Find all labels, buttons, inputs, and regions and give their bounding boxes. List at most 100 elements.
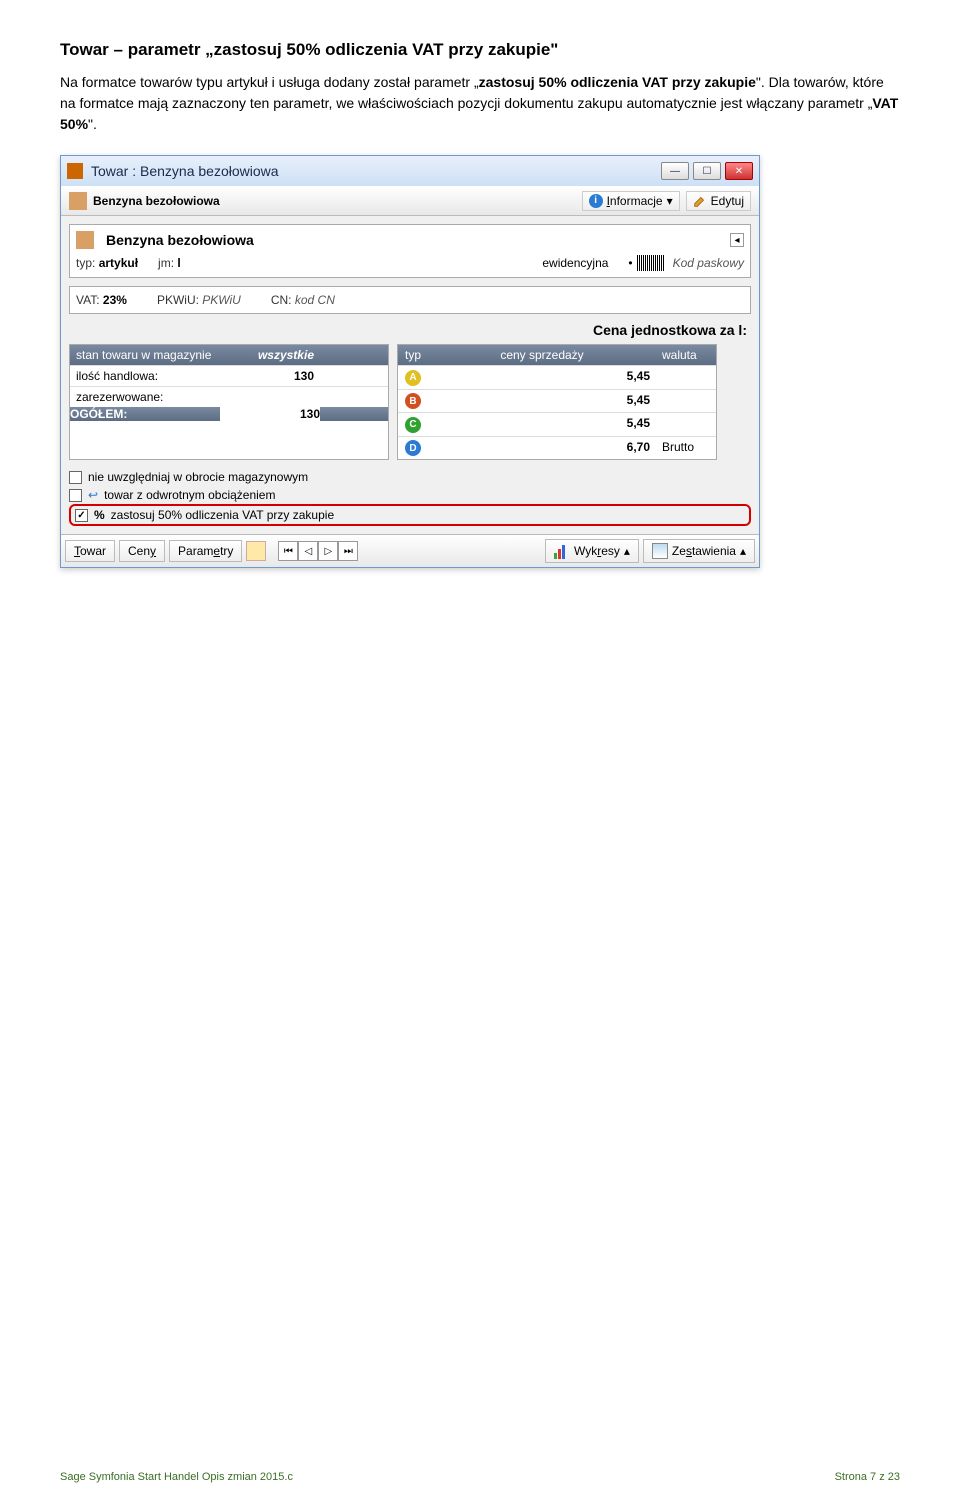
paragraph-text-3: ".	[88, 116, 97, 132]
mag-footer-value: 130	[220, 407, 320, 421]
edytuj-label: Edytuj	[711, 194, 744, 208]
checkbox-label: towar z odwrotnym obciążeniem	[104, 488, 275, 502]
maximize-button[interactable]: ☐	[693, 162, 721, 180]
mag-header-wszystkie[interactable]: wszystkie	[220, 345, 320, 365]
barcode-icon	[637, 255, 665, 271]
window-title: Towar : Benzyna bezołowiowa	[91, 163, 661, 179]
checkbox-group: nie uwzględniaj w obrocie magazynowym ↩ …	[69, 468, 751, 526]
nav-first-button[interactable]: ⏮	[278, 541, 298, 561]
price-currency	[656, 390, 716, 413]
cn-value[interactable]: kod CN	[295, 293, 335, 307]
expand-icon[interactable]: ◂	[730, 233, 744, 247]
dot-icon: •	[628, 256, 632, 270]
close-button[interactable]: ✕	[725, 162, 753, 180]
percent-icon: %	[94, 508, 105, 522]
window-titlebar[interactable]: Towar : Benzyna bezołowiowa — ☐ ✕	[61, 156, 759, 186]
pencil-icon	[693, 194, 707, 208]
bottom-toolbar: Towar Ceny Parametry ⏮ ◁ ▷ ⏭ Wykresy ▴ Z…	[61, 534, 759, 567]
vat-panel: VAT: 23% PKWiU: PKWiU CN: kod CN	[69, 286, 751, 314]
mag-row-value: 130	[220, 366, 320, 386]
price-currency	[656, 413, 716, 436]
badge-a-icon: A	[405, 370, 421, 386]
informacje-button[interactable]: i Informacje ▾	[582, 191, 680, 211]
toolbar-product-name: Benzyna bezołowiowa	[93, 194, 576, 208]
vat-value: 23%	[103, 293, 127, 307]
mag-row-value	[220, 387, 320, 407]
chevron-down-icon: ▾	[667, 194, 673, 208]
informacje-label: Informacje	[607, 194, 663, 208]
badge-b-icon: B	[405, 393, 421, 409]
page-heading: Towar – parametr „zastosuj 50% odliczeni…	[60, 40, 900, 60]
nav-next-button[interactable]: ▷	[318, 541, 338, 561]
badge-d-icon: D	[405, 440, 421, 456]
page-footer: Sage Symfonia Start Handel Opis zmian 20…	[60, 1471, 900, 1483]
typ-label: typ:	[76, 256, 95, 270]
checkbox-label: nie uwzględniaj w obrocie magazynowym	[88, 470, 308, 484]
cn-label: CN:	[271, 293, 292, 307]
edytuj-button[interactable]: Edytuj	[686, 191, 751, 211]
checkbox-row-1[interactable]: nie uwzględniaj w obrocie magazynowym	[69, 468, 751, 486]
price-value: 5,45	[428, 390, 656, 413]
product-name: Benzyna bezołowiowa	[106, 232, 724, 248]
chart-icon	[554, 543, 570, 559]
nav-last-button[interactable]: ⏭	[338, 541, 358, 561]
nav-prev-button[interactable]: ◁	[298, 541, 318, 561]
price-currency	[656, 366, 716, 389]
checkbox-icon-checked[interactable]	[75, 509, 88, 522]
chevron-up-icon: ▴	[624, 544, 630, 558]
price-header-ceny: ceny sprzedaży	[428, 345, 656, 365]
footer-right: Strona 7 z 23	[835, 1471, 900, 1483]
zestawienia-button[interactable]: Zestawienia ▴	[643, 539, 755, 563]
top-toolbar: Benzyna bezołowiowa i Informacje ▾ Edytu…	[61, 186, 759, 216]
checkbox-icon[interactable]	[69, 471, 82, 484]
price-value: 5,45	[428, 366, 656, 389]
app-icon	[67, 163, 83, 179]
product-name-panel: Benzyna bezołowiowa ◂ typ: artykuł jm: l…	[69, 224, 751, 278]
paragraph-bold-1: zastosuj 50% odliczenia VAT przy zakupie	[479, 74, 756, 90]
checkbox-row-vat50[interactable]: % zastosuj 50% odliczenia VAT przy zakup…	[69, 504, 751, 526]
ceny-tab[interactable]: Ceny	[119, 540, 165, 562]
badge-c-icon: C	[405, 417, 421, 433]
paragraph-text: Na formatce towarów typu artykuł i usług…	[60, 74, 479, 90]
info-icon: i	[589, 194, 603, 208]
page-paragraph: Na formatce towarów typu artykuł i usług…	[60, 72, 900, 135]
vat-label: VAT:	[76, 293, 100, 307]
table-row: A 5,45	[398, 365, 716, 389]
table-row: zarezerwowane:	[70, 386, 388, 407]
table-row: ilość handlowa: 130	[70, 365, 388, 386]
minimize-button[interactable]: —	[661, 162, 689, 180]
pkwiu-value[interactable]: PKWiU	[202, 293, 241, 307]
parametry-tab[interactable]: Parametry	[169, 540, 242, 562]
price-currency: Brutto	[656, 437, 716, 460]
towar-tab[interactable]: Towar	[65, 540, 115, 562]
table-row: B 5,45	[398, 389, 716, 413]
ewidencyjna-label: ewidencyjna	[542, 256, 608, 270]
checkbox-icon[interactable]	[69, 489, 82, 502]
barcode-label[interactable]: Kod paskowy	[673, 256, 744, 270]
table-row: D 6,70 Brutto	[398, 436, 716, 460]
org-chart-icon	[69, 192, 87, 210]
wykresy-button[interactable]: Wykresy ▴	[545, 539, 639, 563]
price-value: 6,70	[428, 437, 656, 460]
price-header-waluta: waluta	[656, 345, 716, 365]
towar-window: Towar : Benzyna bezołowiowa — ☐ ✕ Benzyn…	[60, 155, 760, 568]
table-row: C 5,45	[398, 412, 716, 436]
price-value: 5,45	[428, 413, 656, 436]
image-icon	[652, 543, 668, 559]
mag-footer-label: OGÓŁEM:	[70, 407, 220, 421]
price-header-typ: typ	[398, 345, 428, 365]
chevron-up-icon: ▴	[740, 544, 746, 558]
jm-value: l	[177, 256, 180, 270]
price-table: typ ceny sprzedaży waluta A 5,45 B 5,45 …	[397, 344, 717, 460]
note-icon[interactable]	[246, 541, 266, 561]
checkbox-label: zastosuj 50% odliczenia VAT przy zakupie	[111, 508, 334, 522]
typ-value: artykuł	[99, 256, 138, 270]
jm-label: jm:	[158, 256, 174, 270]
cena-header: Cena jednostkowa za l:	[73, 322, 747, 338]
mag-row-label: ilość handlowa:	[70, 366, 220, 386]
pkwiu-label: PKWiU:	[157, 293, 199, 307]
reverse-arrow-icon: ↩	[88, 488, 98, 502]
checkbox-row-2[interactable]: ↩ towar z odwrotnym obciążeniem	[69, 486, 751, 504]
org-chart-icon-2	[76, 231, 94, 249]
mag-header-stan: stan towaru w magazynie	[70, 345, 220, 365]
